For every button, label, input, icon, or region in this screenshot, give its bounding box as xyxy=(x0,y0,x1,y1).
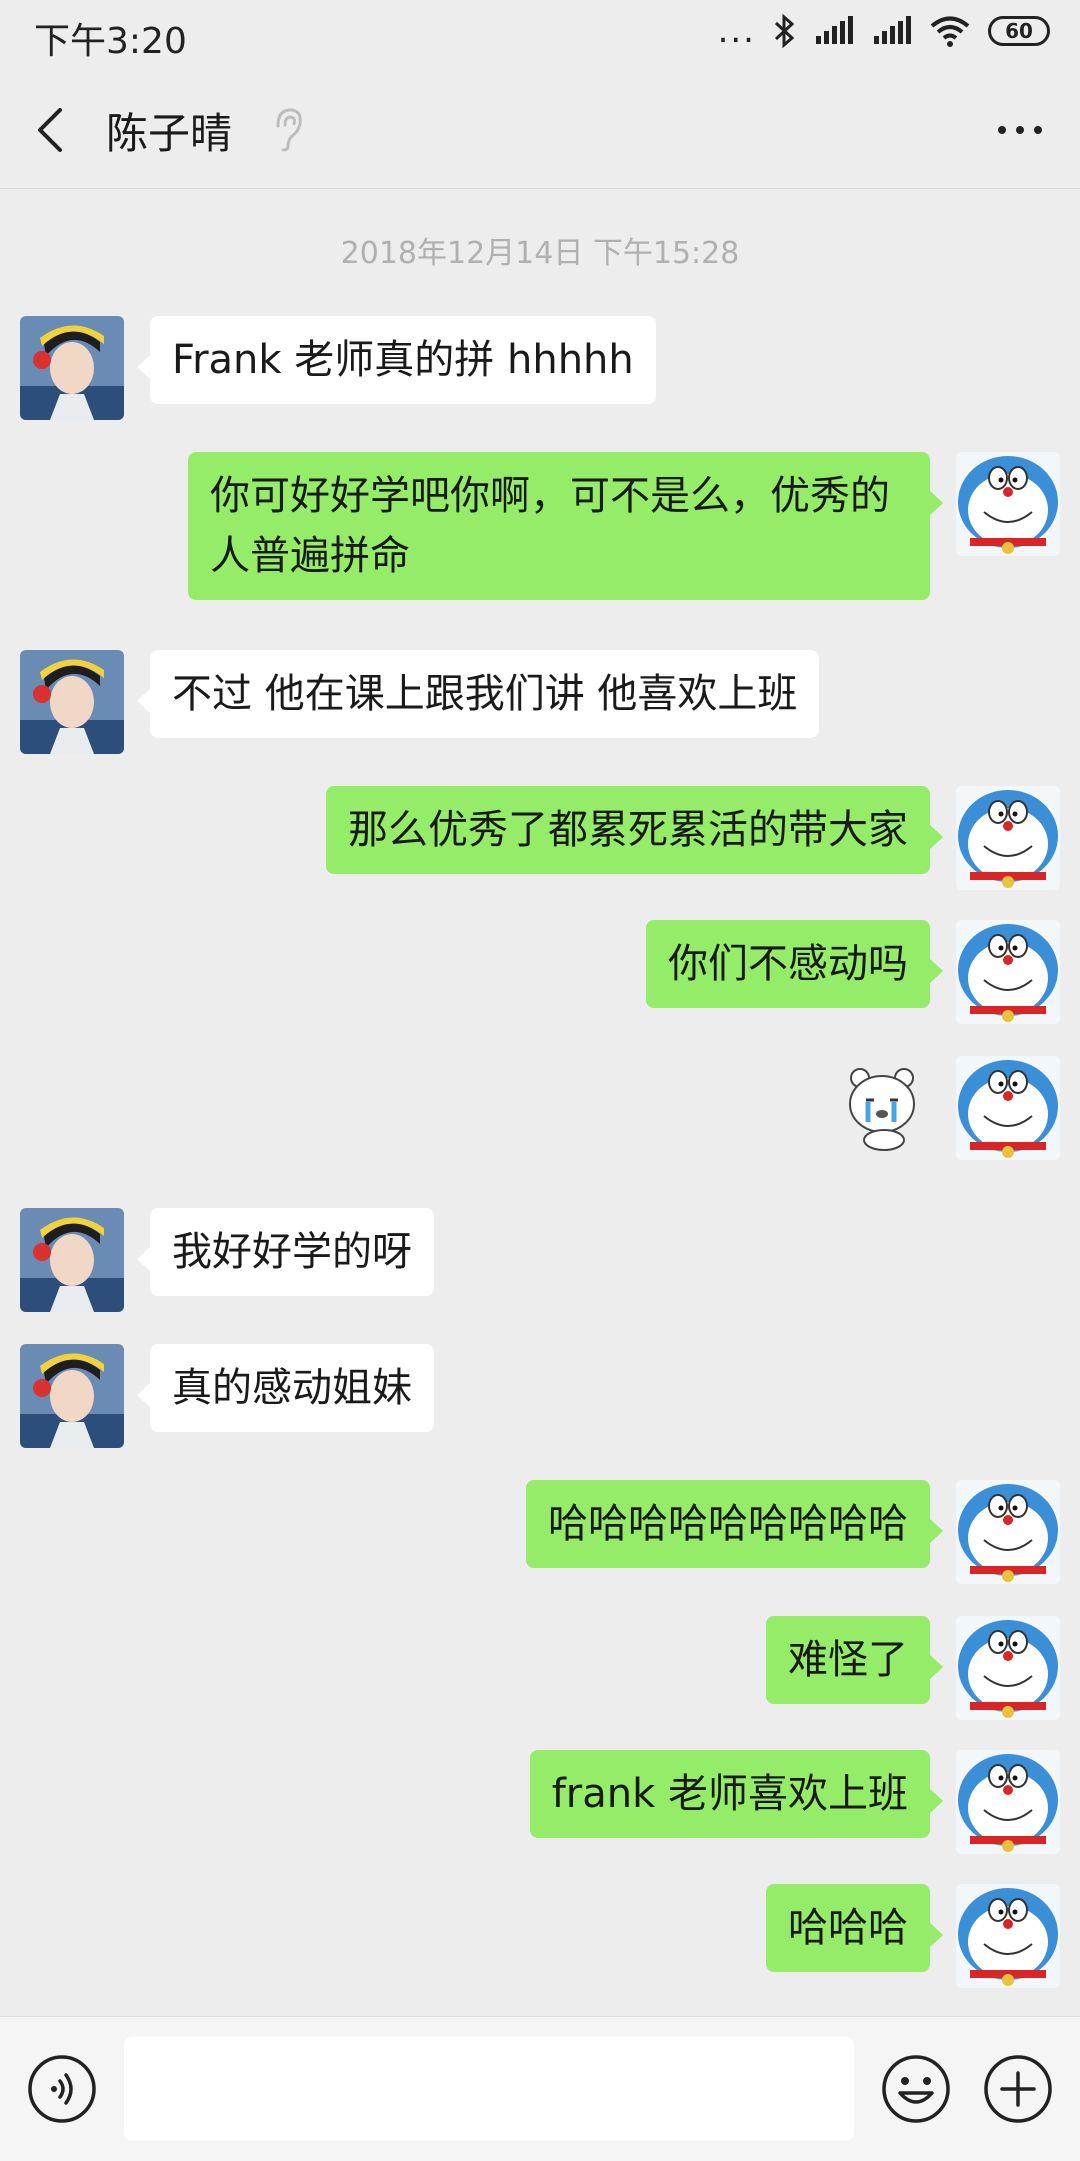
message-bubble[interactable]: 难怪了 xyxy=(766,1616,943,1704)
message-bubble[interactable]: 你可好好学吧你啊，可不是么，优秀的人普遍拼命 xyxy=(188,452,943,600)
wifi-icon xyxy=(930,16,970,47)
plus-icon[interactable] xyxy=(982,2053,1054,2125)
message-bubble[interactable]: 我好好学的呀 xyxy=(137,1208,434,1296)
user-avatar[interactable] xyxy=(956,786,1060,890)
user-avatar[interactable] xyxy=(956,920,1060,1024)
message-bubble[interactable]: 那么优秀了都累死累活的带大家 xyxy=(326,786,943,874)
chat-timestamp: 2018年12月14日 下午15:28 xyxy=(340,236,740,271)
voice-icon[interactable] xyxy=(26,2053,98,2125)
bluetooth-icon xyxy=(774,14,795,48)
status-icons: ... 60 xyxy=(718,14,1050,48)
message-bubble[interactable]: 哈哈哈哈哈哈哈哈哈 xyxy=(526,1480,943,1568)
message-input[interactable] xyxy=(124,2037,854,2141)
message-bubble[interactable]: 不过 他在课上跟我们讲 他喜欢上班 xyxy=(136,650,820,738)
user-avatar[interactable] xyxy=(956,1616,1060,1720)
back-arrow-icon[interactable] xyxy=(28,100,74,160)
user-avatar[interactable] xyxy=(956,1750,1060,1854)
message-bubble[interactable]: 真的感动姐妹 xyxy=(137,1344,434,1432)
status-time: 下午3:20 xyxy=(34,21,187,62)
status-bar: 下午3:20 ... 60 xyxy=(0,0,1080,70)
contact-avatar[interactable] xyxy=(20,316,124,420)
crying-bear-sticker[interactable] xyxy=(840,1064,930,1154)
input-bar xyxy=(0,2016,1080,2161)
battery-icon: 60 xyxy=(988,16,1050,46)
emoji-icon[interactable] xyxy=(880,2053,952,2125)
user-avatar[interactable] xyxy=(956,1480,1060,1584)
ear-icon xyxy=(276,108,302,152)
message-bubble[interactable]: 你们不感动吗 xyxy=(646,920,943,1008)
contact-avatar[interactable] xyxy=(20,1344,124,1448)
user-avatar[interactable] xyxy=(956,1884,1060,1988)
message-bubble[interactable]: frank 老师喜欢上班 xyxy=(529,1750,944,1838)
more-icon[interactable] xyxy=(990,100,1050,160)
user-avatar[interactable] xyxy=(956,1056,1060,1160)
signal-icon xyxy=(816,16,853,44)
chat-title[interactable]: 陈子晴 xyxy=(106,100,232,161)
contact-avatar[interactable] xyxy=(20,1208,124,1312)
signal-icon xyxy=(874,16,911,44)
user-avatar[interactable] xyxy=(956,452,1060,556)
chat-header: 陈子晴 xyxy=(0,70,1080,189)
contact-avatar[interactable] xyxy=(20,650,124,754)
message-bubble[interactable]: Frank 老师真的拼 hhhhh xyxy=(137,316,656,404)
message-bubble[interactable]: 哈哈哈 xyxy=(766,1884,943,1972)
more-notifications-icon: ... xyxy=(717,11,756,51)
